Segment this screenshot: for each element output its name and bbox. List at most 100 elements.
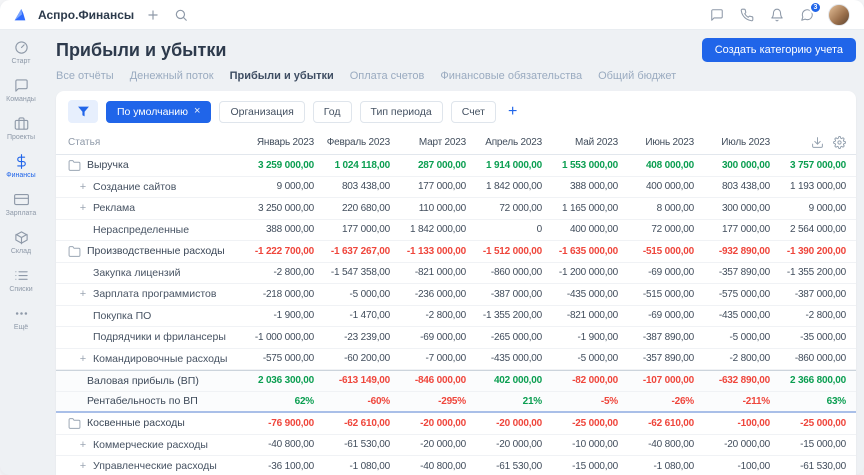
support-icon[interactable] <box>708 6 726 24</box>
download-icon[interactable] <box>811 136 824 149</box>
table-row[interactable]: Производственные расходы -1 222 700,00 -1 … <box>56 241 856 263</box>
filter-chip-3[interactable]: Счет <box>450 100 496 123</box>
column-header-month[interactable]: Февраль 2023 <box>314 137 390 148</box>
phone-icon[interactable] <box>738 6 756 24</box>
table-row[interactable]: + Коммерческие расходы -40 800,00 -61 530,0… <box>56 435 856 456</box>
table-row[interactable]: Валовая прибыль (ВП) 2 036 300,00 -613 149… <box>56 370 856 392</box>
cell-value: -60 200,00 <box>344 353 390 365</box>
row-label: Зарплата программистов <box>93 288 217 301</box>
cell-value: -860 000,00 <box>490 267 542 279</box>
expand-icon[interactable]: + <box>79 353 87 365</box>
filter-chip-default-label: По умолчанию <box>117 105 189 118</box>
table-row[interactable]: + Командировочные расходы -575 000,00 -60 2… <box>56 349 856 370</box>
row-label: Рентабельность по ВП <box>87 395 198 408</box>
row-label: Управленческие расходы <box>93 460 217 473</box>
cell-value: -76 900,00 <box>268 417 314 429</box>
table-row[interactable]: Рентабельность по ВП 62% -60% -295% 21% -5% -2… <box>56 391 856 413</box>
row-label: Создание сайтов <box>93 180 177 193</box>
sidebar-item-lists[interactable]: Списки <box>0 262 42 300</box>
expand-icon[interactable]: + <box>79 181 87 193</box>
create-category-button[interactable]: Создать категорию учета <box>701 38 856 62</box>
cell-value: -7 000,00 <box>425 353 467 365</box>
column-header-month[interactable]: Апрель 2023 <box>466 137 542 148</box>
table-row[interactable]: +Подрядчики и фрилансеры-1 000 000,00-23… <box>56 327 856 349</box>
cell-value: 803 438,00 <box>341 181 390 193</box>
tab-4[interactable]: Финансовые обязательства <box>440 70 582 82</box>
sidebar-item-salary[interactable]: Зарплата <box>0 186 42 224</box>
cell-value: -5% <box>600 395 618 407</box>
cell-value: -10 000,00 <box>572 439 618 451</box>
cell-value: -5 000,00 <box>729 331 771 343</box>
cell-value: 177 000,00 <box>341 224 390 236</box>
table-row[interactable]: Выручка 3 259 000,00 1 024 118,00 287 000,0… <box>56 155 856 177</box>
cell-value: -1 080,00 <box>653 460 695 472</box>
cell-value: 1 193 000,00 <box>790 181 846 193</box>
cell-value: -1 222 700,00 <box>254 245 314 257</box>
filter-chip-0[interactable]: Организация <box>219 100 305 123</box>
table-row[interactable]: Косвенные расходы -76 900,00 -62 610,00 -20… <box>56 413 856 435</box>
filter-bar: По умолчанию × Организация Год Тип периода… <box>56 91 856 131</box>
table-row[interactable]: + Создание сайтов 9 000,00 803 438,00 177 00… <box>56 177 856 198</box>
sidebar-item-finance[interactable]: Финансы <box>0 148 42 186</box>
table-row[interactable]: +Закупка лицензий-2 800,00-1 547 358,00-… <box>56 263 856 284</box>
filter-chip-default[interactable]: По умолчанию × <box>106 100 212 123</box>
row-label: Командировочные расходы <box>93 352 228 365</box>
cell-value: -435 000,00 <box>718 310 770 322</box>
column-header-month[interactable]: Июль 2023 <box>694 137 770 148</box>
table-row[interactable]: +Нераспределенные388 000,00177 000,001 8… <box>56 220 856 241</box>
expand-icon[interactable]: + <box>79 439 87 451</box>
close-icon[interactable]: × <box>194 106 200 117</box>
expand-icon[interactable]: + <box>79 202 87 214</box>
cell-value: -357 890,00 <box>718 267 770 279</box>
add-icon[interactable] <box>144 6 162 24</box>
gear-icon[interactable] <box>833 136 846 149</box>
cell-value: 2 036 300,00 <box>258 375 314 387</box>
tab-3[interactable]: Оплата счетов <box>350 70 425 82</box>
finance-icon <box>14 154 29 169</box>
sidebar-item-label: Ещё <box>13 324 29 331</box>
tab-5[interactable]: Общий бюджет <box>598 70 676 82</box>
filter-chip-1[interactable]: Год <box>312 100 352 123</box>
cell-value: -1 080,00 <box>349 460 391 472</box>
cell-value: 72 000,00 <box>651 224 694 236</box>
row-label: Реклама <box>93 202 136 215</box>
sidebar-item-label: Списки <box>9 286 33 293</box>
tab-1[interactable]: Денежный поток <box>130 70 214 82</box>
cell-value: 177 000,00 <box>417 181 466 193</box>
table-row[interactable]: + Реклама 3 250 000,00 220 680,00 110 000,00… <box>56 198 856 220</box>
add-filter-button[interactable]: + <box>504 103 521 120</box>
table-row[interactable]: + Зарплата программистов -218 000,00 -5 000… <box>56 284 856 306</box>
salary-icon <box>13 192 29 207</box>
search-icon[interactable] <box>172 6 190 24</box>
filter-chip-2[interactable]: Тип периода <box>359 100 443 123</box>
cell-value: -2 800,00 <box>805 310 847 322</box>
tab-0[interactable]: Все отчёты <box>56 70 114 82</box>
cell-value: 803 438,00 <box>721 181 770 193</box>
chat-icon[interactable]: 3 <box>798 0 822 24</box>
sidebar-item-more[interactable]: Ещё <box>0 300 42 338</box>
expand-icon[interactable]: + <box>79 460 87 472</box>
expand-icon[interactable]: + <box>79 288 87 300</box>
folder-icon <box>68 417 81 430</box>
column-header-month[interactable]: Март 2023 <box>390 137 466 148</box>
sidebar-item-projects[interactable]: Проекты <box>0 110 42 148</box>
cell-value: -1 355 200,00 <box>482 310 542 322</box>
user-avatar[interactable] <box>828 3 850 26</box>
tab-2[interactable]: Прибыли и убытки <box>230 70 334 82</box>
sidebar-item-teams[interactable]: Команды <box>0 72 42 110</box>
sidebar-item-start[interactable]: Старт <box>0 34 42 72</box>
cell-value: -1 470,00 <box>349 310 391 322</box>
table-row[interactable]: +Покупка ПО-1 900,00-1 470,00-2 800,00-1… <box>56 306 856 327</box>
sidebar-item-warehouse[interactable]: Склад <box>0 224 42 262</box>
cell-value: -1 900,00 <box>577 331 619 343</box>
column-header-month[interactable]: Июнь 2023 <box>618 137 694 148</box>
cell-value: 3 250 000,00 <box>258 202 314 214</box>
cell-value: -20 000,00 <box>724 439 770 451</box>
bell-icon[interactable] <box>768 6 786 24</box>
filter-icon-button[interactable] <box>68 100 98 123</box>
column-header-article: Статья <box>68 137 101 148</box>
column-header-month[interactable]: Май 2023 <box>542 137 618 148</box>
cell-value: -15 000,00 <box>572 460 618 472</box>
column-header-month[interactable]: Январь 2023 <box>238 137 314 148</box>
table-row[interactable]: + Управленческие расходы -36 100,00 -1 080,… <box>56 456 856 475</box>
